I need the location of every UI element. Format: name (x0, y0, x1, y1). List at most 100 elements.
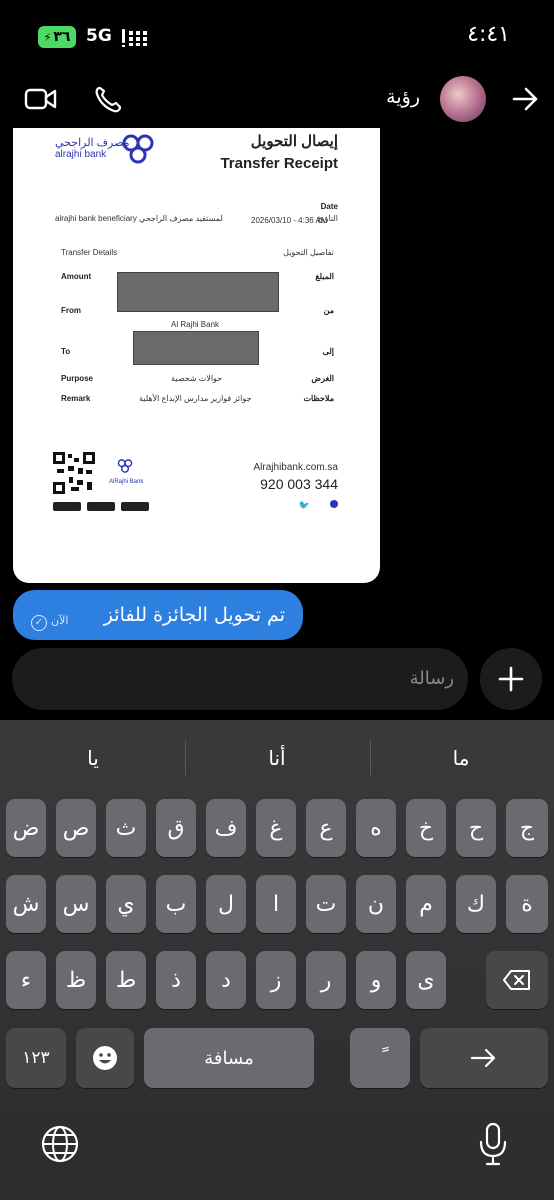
row-label-ar: إلى (322, 347, 334, 356)
key[interactable]: ض (6, 799, 46, 857)
suggestion-divider (370, 740, 371, 776)
phone-number: 920 003 344 (260, 476, 338, 492)
key[interactable]: خ (406, 799, 446, 857)
numbers-key[interactable]: ١٢٣ (6, 1028, 66, 1088)
key[interactable]: ع (306, 799, 346, 857)
row-label-ar: المبلغ (315, 272, 334, 281)
beneficiary-text: alrajhi bank beneficiary لمستفيد مصرف ال… (55, 214, 223, 223)
key[interactable]: ك (456, 875, 496, 933)
footer-logo-text: AlRajhi Bank (109, 479, 144, 485)
google-play-badge (87, 502, 115, 511)
arrow-right-icon[interactable] (510, 84, 540, 114)
suggestion-item[interactable]: ما (376, 746, 546, 770)
bank-logo-icon (122, 134, 154, 164)
read-check-icon: ✓ (31, 615, 47, 631)
clock: ٤:٤١ (467, 22, 510, 47)
receipt-image[interactable]: إيصال التحويل Transfer Receipt مصرف الرا… (13, 128, 380, 583)
website-text: Alrajhibank.com.sa (253, 462, 338, 473)
bank-logo-small-icon (117, 459, 133, 473)
redacted-amount (117, 272, 279, 312)
return-key[interactable] (420, 1028, 548, 1088)
key[interactable]: ج (506, 799, 548, 857)
row-label-ar: من (323, 306, 334, 315)
row-value: جوائز فوازير مدارس الإبداع الأهلية (139, 394, 252, 403)
row-label-en: Purpose (61, 374, 94, 383)
video-camera-icon[interactable] (24, 84, 58, 114)
add-attachment-button[interactable] (480, 648, 542, 710)
message-placeholder: رسالة (409, 668, 454, 689)
row-label-en: Amount (61, 272, 92, 281)
details-label-en: Transfer Details (61, 248, 118, 257)
date-value: 2026/03/10 - 4:36 AM (251, 216, 328, 225)
key[interactable]: ز (256, 951, 296, 1009)
emoji-icon (93, 1046, 117, 1070)
key[interactable]: ت (306, 875, 346, 933)
row-label-ar: ملاحظات (303, 394, 334, 403)
bank-logo-en: alrajhi bank (55, 149, 107, 160)
appgallery-badge (121, 502, 149, 511)
key[interactable]: غ (256, 799, 296, 857)
message-time: الآن (51, 614, 69, 627)
details-label-ar: تفاصيل التحويل (283, 248, 334, 257)
row-value: Al Rajhi Bank (171, 320, 220, 329)
receipt-title-ar: إيصال التحويل (250, 133, 338, 150)
key[interactable]: ر (306, 951, 346, 1009)
key[interactable]: ص (56, 799, 96, 857)
key[interactable]: ن (356, 875, 396, 933)
row-label-ar: الغرض (311, 374, 334, 383)
date-label-en: Date (320, 202, 338, 211)
key[interactable]: ء (6, 951, 46, 1009)
return-icon (470, 1048, 496, 1068)
row-label-en: From (61, 306, 81, 315)
contact-name[interactable]: رؤية (386, 86, 420, 108)
key[interactable]: و (356, 951, 396, 1009)
key[interactable]: ذ (156, 951, 196, 1009)
twitter-icon: 🐦 (298, 500, 310, 510)
microphone-icon[interactable] (478, 1122, 508, 1166)
key[interactable]: س (56, 875, 96, 933)
key[interactable]: ف (206, 799, 246, 857)
suggestion-divider (185, 740, 186, 776)
app-store-badge (53, 502, 81, 511)
redacted-recipient (133, 331, 259, 365)
key[interactable]: ط (106, 951, 146, 1009)
emoji-key[interactable] (76, 1028, 134, 1088)
network-type: 5G (86, 26, 112, 46)
row-label-en: To (61, 347, 71, 356)
key[interactable]: ي (106, 875, 146, 933)
row-label-en: Remark (61, 394, 91, 403)
backspace-icon (503, 970, 530, 990)
globe-icon[interactable] (40, 1124, 80, 1164)
avatar[interactable] (440, 76, 486, 122)
key[interactable]: ث (106, 799, 146, 857)
key[interactable]: ا (256, 875, 296, 933)
receipt-title-en: Transfer Receipt (220, 155, 338, 172)
key[interactable]: ى (406, 951, 446, 1009)
qr-code-icon (53, 452, 95, 494)
suggestion-item[interactable]: أنا (192, 746, 362, 770)
charging-icon: ⚡ (43, 30, 52, 44)
phone-icon[interactable] (92, 84, 126, 114)
message-bubble[interactable]: تم تحويل الجائزة للفائز ✓ الآن (13, 590, 303, 640)
battery-level: ٣٦ (53, 29, 71, 45)
key[interactable]: ل (206, 875, 246, 933)
battery-indicator: ⚡ ٣٦ (38, 26, 76, 48)
key[interactable]: ة (506, 875, 548, 933)
key[interactable]: د (206, 951, 246, 1009)
space-key[interactable]: مسافة (144, 1028, 314, 1088)
message-text: تم تحويل الجائزة للفائز (103, 604, 285, 626)
diacritic-key[interactable]: ً (350, 1028, 410, 1088)
key[interactable]: ح (456, 799, 496, 857)
backspace-key[interactable] (486, 951, 548, 1009)
message-input[interactable] (12, 648, 468, 710)
key[interactable]: م (406, 875, 446, 933)
key[interactable]: ه (356, 799, 396, 857)
row-value: حوالات شخصية (171, 374, 223, 383)
key[interactable]: ش (6, 875, 46, 933)
key[interactable]: ظ (56, 951, 96, 1009)
suggestion-item[interactable]: يا (8, 746, 178, 770)
key[interactable]: ب (156, 875, 196, 933)
whatsapp-icon (330, 500, 338, 508)
key[interactable]: ق (156, 799, 196, 857)
signal-icon (122, 29, 147, 47)
